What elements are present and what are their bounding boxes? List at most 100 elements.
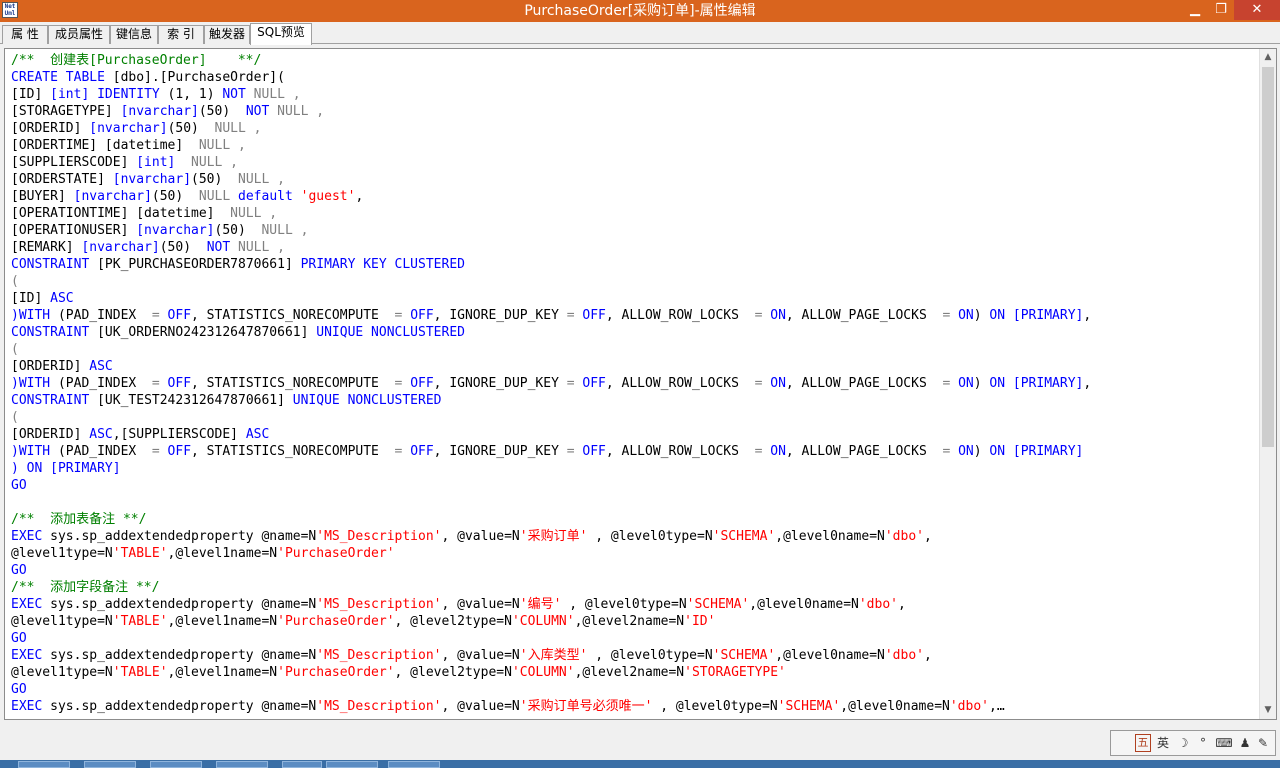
keyboard-icon[interactable]: ⌨ (1215, 734, 1233, 752)
code-line[interactable]: /** 添加字段备注 **/ (11, 579, 1091, 596)
code-line[interactable]: @level1type=N'TABLE',@level1name=N'Purch… (11, 664, 1091, 681)
tool-icon[interactable]: ✎ (1255, 734, 1271, 752)
code-token: [ORDERID] (11, 427, 90, 442)
code-line[interactable]: @level1type=N'TABLE',@level1name=N'Purch… (11, 545, 1091, 562)
code-line[interactable]: GO (11, 562, 1091, 579)
code-line[interactable]: ) ON [PRIMARY] (11, 460, 1091, 477)
code-token: ) (973, 444, 990, 459)
code-token: , ALLOW_ROW_LOCKS (605, 444, 755, 459)
taskbar-button[interactable] (18, 761, 70, 768)
code-line[interactable]: ( (11, 273, 1091, 290)
vertical-scrollbar[interactable]: ▲ ▼ (1259, 49, 1276, 719)
user-icon[interactable]: ♟ (1237, 734, 1253, 752)
code-line[interactable]: )WITH (PAD_INDEX = OFF, STATISTICS_NOREC… (11, 307, 1091, 324)
code-line[interactable]: [ORDERID] ASC (11, 358, 1091, 375)
code-line[interactable]: [ORDERID] [nvarchar](50) NULL , (11, 120, 1091, 137)
code-line[interactable]: EXEC sys.sp_addextendedproperty @name=N'… (11, 647, 1091, 664)
code-line[interactable]: CONSTRAINT [PK_PURCHASEORDER7870661] PRI… (11, 256, 1091, 273)
code-line[interactable]: CONSTRAINT [UK_ORDERNO242312647870661] U… (11, 324, 1091, 341)
code-line[interactable]: ( (11, 409, 1091, 426)
code-token: , @level0type=N (587, 529, 713, 544)
tab-member-properties[interactable]: 成员属性 (48, 25, 110, 44)
sql-code[interactable]: /** 创建表[PurchaseOrder] **/CREATE TABLE [… (11, 52, 1091, 715)
code-token: OFF (410, 444, 434, 459)
ime-toolbar[interactable]: 五 英 ☽ ° ⌨ ♟ ✎ (1110, 730, 1276, 756)
code-line[interactable]: CREATE TABLE [dbo].[PurchaseOrder]( (11, 69, 1091, 86)
code-token: , ALLOW_ROW_LOCKS (605, 376, 755, 391)
code-token: sys.sp_addextendedproperty @name=N (42, 597, 317, 612)
tab-key-info[interactable]: 键信息 (110, 25, 158, 44)
code-token: ,@level1name=N (167, 614, 278, 629)
code-line[interactable]: [ORDERTIME] [datetime] NULL , (11, 137, 1091, 154)
code-token: , (355, 189, 364, 204)
code-token: [ORDERTIME] [datetime] (11, 138, 199, 153)
code-line[interactable]: CONSTRAINT [UK_TEST242312647870661] UNIQ… (11, 392, 1091, 409)
taskbar-button[interactable] (388, 761, 440, 768)
close-button[interactable]: ✕ (1234, 0, 1280, 20)
code-token: @level1type=N (11, 614, 113, 629)
code-token: (PAD_INDEX (50, 444, 152, 459)
code-line[interactable]: @level1type=N'TABLE',@level1name=N'Purch… (11, 613, 1091, 630)
ime-language-toggle[interactable]: 英 (1155, 734, 1171, 752)
code-token: 'SCHEMA' (712, 529, 776, 544)
tab-properties[interactable]: 属 性 (2, 25, 48, 44)
code-line[interactable]: [OPERATIONTIME] [datetime] NULL , (11, 205, 1091, 222)
code-token: ) (973, 376, 990, 391)
code-line[interactable]: GO (11, 681, 1091, 698)
code-token: ON (958, 308, 974, 323)
taskbar-button[interactable] (326, 761, 378, 768)
scroll-down-arrow-icon[interactable]: ▼ (1260, 702, 1276, 719)
code-token: OFF (167, 444, 192, 459)
taskbar-button[interactable] (216, 761, 268, 768)
code-line[interactable]: [SUPPLIERSCODE] [int] NULL , (11, 154, 1091, 171)
code-line[interactable]: /** 创建表[PurchaseOrder] **/ (11, 52, 1091, 69)
code-token: IDENTITY (97, 87, 160, 102)
code-token: GO (11, 682, 27, 697)
code-line[interactable]: )WITH (PAD_INDEX = OFF, STATISTICS_NOREC… (11, 443, 1091, 460)
code-token: ON (770, 444, 786, 459)
code-token: 'ID' (684, 614, 716, 629)
code-line[interactable]: EXEC sys.sp_addextendedproperty @name=N'… (11, 698, 1091, 715)
code-line[interactable]: [STORAGETYPE] [nvarchar](50) NOT NULL , (11, 103, 1091, 120)
code-line[interactable]: [ID] [int] IDENTITY (1, 1) NOT NULL , (11, 86, 1091, 103)
restore-button[interactable]: ❐ (1208, 0, 1234, 20)
code-token: NULL , (277, 104, 325, 119)
sql-editor[interactable]: /** 创建表[PurchaseOrder] **/CREATE TABLE [… (4, 48, 1277, 720)
code-line[interactable]: [REMARK] [nvarchar](50) NOT NULL , (11, 239, 1091, 256)
scroll-up-arrow-icon[interactable]: ▲ (1260, 49, 1276, 66)
code-line[interactable]: GO (11, 630, 1091, 647)
code-line[interactable]: [BUYER] [nvarchar](50) NULL default 'gue… (11, 188, 1091, 205)
code-line[interactable]: ( (11, 341, 1091, 358)
code-line[interactable]: [ORDERSTATE] [nvarchar](50) NULL , (11, 171, 1091, 188)
code-token: = (151, 376, 160, 391)
code-line[interactable]: EXEC sys.sp_addextendedproperty @name=N'… (11, 596, 1091, 613)
taskbar-button[interactable] (84, 761, 136, 768)
code-token: 'dbo' (884, 648, 924, 663)
tab-sql-preview[interactable]: SQL预览 (250, 23, 312, 45)
minimize-button[interactable]: ▁ (1182, 0, 1208, 20)
punctuation-icon[interactable]: ° (1195, 734, 1211, 752)
code-line[interactable]: [ID] ASC (11, 290, 1091, 307)
taskbar-button[interactable] (282, 761, 322, 768)
code-token: @level1type=N (11, 665, 113, 680)
title-bar[interactable]: Net Uml PurchaseOrder[采购订单]-属性编辑 ▁ ❐ ✕ (0, 0, 1280, 22)
code-line[interactable]: [ORDERID] ASC,[SUPPLIERSCODE] ASC (11, 426, 1091, 443)
scrollbar-thumb[interactable] (1262, 67, 1274, 447)
tab-index[interactable]: 索 引 (158, 25, 204, 44)
code-line[interactable]: /** 添加表备注 **/ (11, 511, 1091, 528)
tab-triggers[interactable]: 触发器 (204, 25, 250, 44)
code-line[interactable]: )WITH (PAD_INDEX = OFF, STATISTICS_NOREC… (11, 375, 1091, 392)
code-line[interactable]: GO (11, 477, 1091, 494)
code-line[interactable]: EXEC sys.sp_addextendedproperty @name=N'… (11, 528, 1091, 545)
code-line[interactable] (11, 494, 1091, 511)
moon-icon[interactable]: ☽ (1175, 734, 1191, 752)
code-token: = (151, 444, 160, 459)
ime-logo-icon[interactable]: 五 (1135, 734, 1151, 752)
taskbar-button[interactable] (150, 761, 202, 768)
code-line[interactable]: [OPERATIONUSER] [nvarchar](50) NULL , (11, 222, 1091, 239)
code-token: , ALLOW_ROW_LOCKS (605, 308, 755, 323)
